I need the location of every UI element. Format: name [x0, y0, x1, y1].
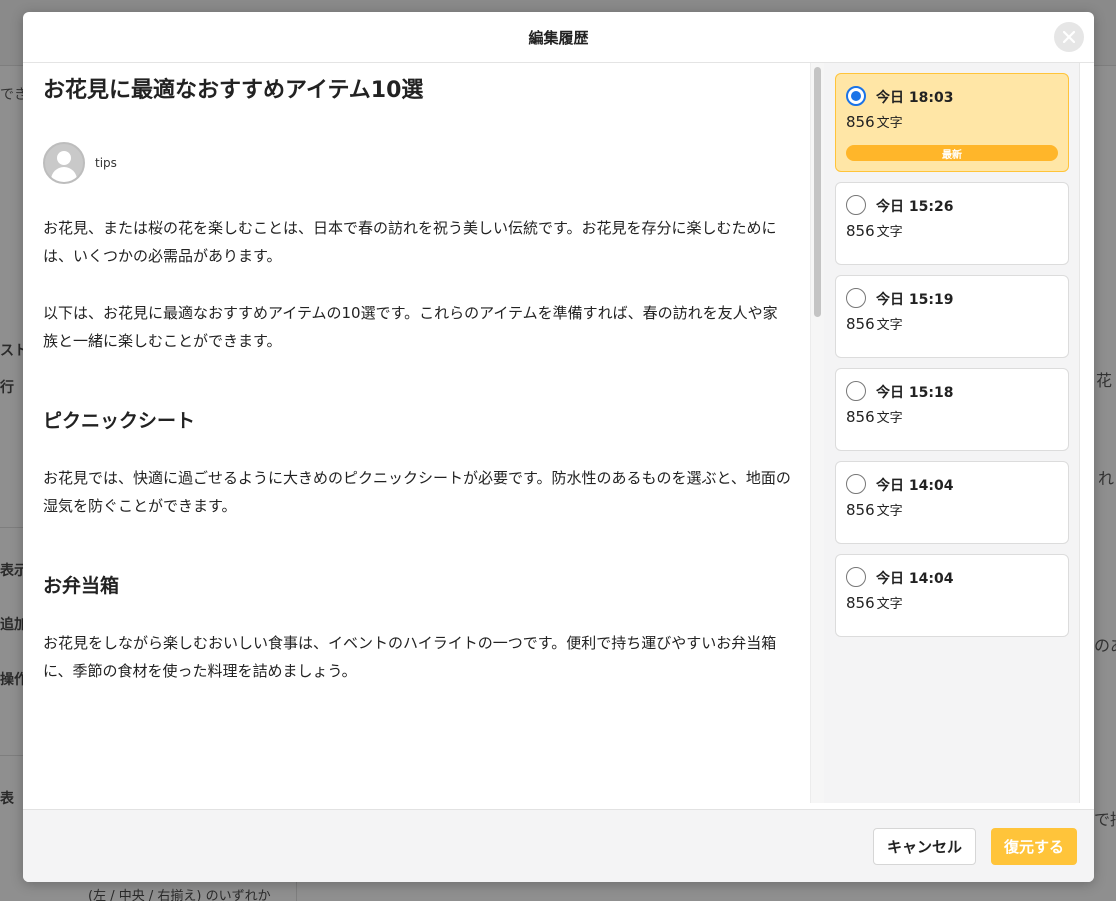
history-item[interactable]: 今日 15:18 856 文字: [835, 368, 1069, 451]
avatar-head: [57, 151, 71, 165]
background-text: 行: [0, 380, 14, 396]
char-count-value: 856: [846, 222, 875, 240]
char-count-value: 856: [846, 113, 875, 131]
radio-button[interactable]: [846, 195, 866, 215]
history-list: 今日 18:03 856 文字 最新 今日 15:26 856 文字 今日 15:1…: [824, 63, 1080, 803]
radio-button[interactable]: [846, 381, 866, 401]
history-time: 今日 15:18: [876, 385, 954, 401]
history-item[interactable]: 今日 15:19 856 文字: [835, 275, 1069, 358]
history-gutter: [1080, 63, 1094, 803]
char-count-value: 856: [846, 501, 875, 519]
cancel-button[interactable]: キャンセル: [873, 828, 976, 865]
background-separator: [0, 527, 24, 528]
preview-scrollbar[interactable]: [810, 63, 824, 803]
background-separator: [0, 755, 24, 756]
char-count-unit: 文字: [876, 318, 903, 333]
paragraph: お花見では、快適に過ごせるように大きめのピクニックシートが必要です。防水性のある…: [43, 469, 791, 515]
background-text: で持: [1094, 810, 1116, 829]
char-count-unit: 文字: [876, 597, 903, 612]
char-count-unit: 文字: [876, 116, 903, 131]
background-text: れ: [1098, 469, 1115, 488]
background-text: のあ: [1094, 636, 1116, 655]
restore-button[interactable]: 復元する: [991, 828, 1077, 865]
history-time: 今日 14:04: [876, 478, 954, 494]
scrollbar-thumb[interactable]: [814, 67, 821, 317]
history-time: 今日 15:19: [876, 292, 954, 308]
radio-button[interactable]: [846, 86, 866, 106]
history-time: 今日 15:26: [876, 199, 954, 215]
background-caption: (左 / 中央 / 右揃え) のいずれか: [88, 889, 271, 901]
char-count-value: 856: [846, 408, 875, 426]
char-count-unit: 文字: [876, 225, 903, 240]
history-char-count: 856 文字: [846, 500, 903, 519]
paragraph: 以下は、お花見に最適なおすすめアイテムの10選です。これらのアイテムを準備すれば…: [43, 304, 778, 350]
radio-button[interactable]: [846, 567, 866, 587]
char-count-unit: 文字: [876, 411, 903, 426]
avatar: [43, 142, 85, 184]
radio-button[interactable]: [846, 474, 866, 494]
close-button[interactable]: [1054, 22, 1084, 52]
char-count-value: 856: [846, 594, 875, 612]
avatar-body: [51, 167, 77, 182]
history-char-count: 856 文字: [846, 221, 903, 240]
close-icon: [1063, 31, 1075, 43]
article-title: お花見に最適なおすすめアイテム10選: [43, 78, 424, 103]
modal-header: 編集履歴: [23, 12, 1094, 63]
section-heading: お弁当箱: [43, 575, 120, 597]
char-count-value: 856: [846, 315, 875, 333]
history-time: 今日 18:03: [876, 90, 954, 106]
paragraph: お花見をしながら楽しむおいしい食事は、イベントのハイライトの一つです。便利で持ち…: [43, 634, 777, 680]
section-heading: ピクニックシート: [43, 410, 196, 432]
edit-history-modal: 編集履歴 お花見に最適なおすすめアイテム10選 tips お花見、または桜の花を…: [23, 12, 1094, 882]
history-time: 今日 14:04: [876, 571, 954, 587]
author-block: tips: [43, 142, 791, 184]
history-char-count: 856 文字: [846, 407, 903, 426]
modal-footer: キャンセル 復元する: [23, 809, 1094, 882]
char-count-unit: 文字: [876, 504, 903, 519]
modal-title: 編集履歴: [528, 28, 589, 47]
article-preview[interactable]: お花見に最適なおすすめアイテム10選 tips お花見、または桜の花を楽しむこと…: [23, 63, 811, 803]
history-char-count: 856 文字: [846, 112, 903, 131]
background-text: 花: [1096, 371, 1113, 390]
author-name: tips: [95, 156, 117, 170]
history-item[interactable]: 今日 15:26 856 文字: [835, 182, 1069, 265]
radio-button[interactable]: [846, 288, 866, 308]
background-text: 表: [0, 791, 14, 807]
paragraph: お花見、または桜の花を楽しむことは、日本で春の訪れを祝う美しい伝統です。お花見を…: [43, 219, 777, 265]
history-item[interactable]: 今日 14:04 856 文字: [835, 461, 1069, 544]
history-char-count: 856 文字: [846, 593, 903, 612]
history-item[interactable]: 今日 14:04 856 文字: [835, 554, 1069, 637]
latest-badge: 最新: [846, 145, 1058, 161]
history-item[interactable]: 今日 18:03 856 文字 最新: [835, 73, 1069, 172]
history-char-count: 856 文字: [846, 314, 903, 333]
